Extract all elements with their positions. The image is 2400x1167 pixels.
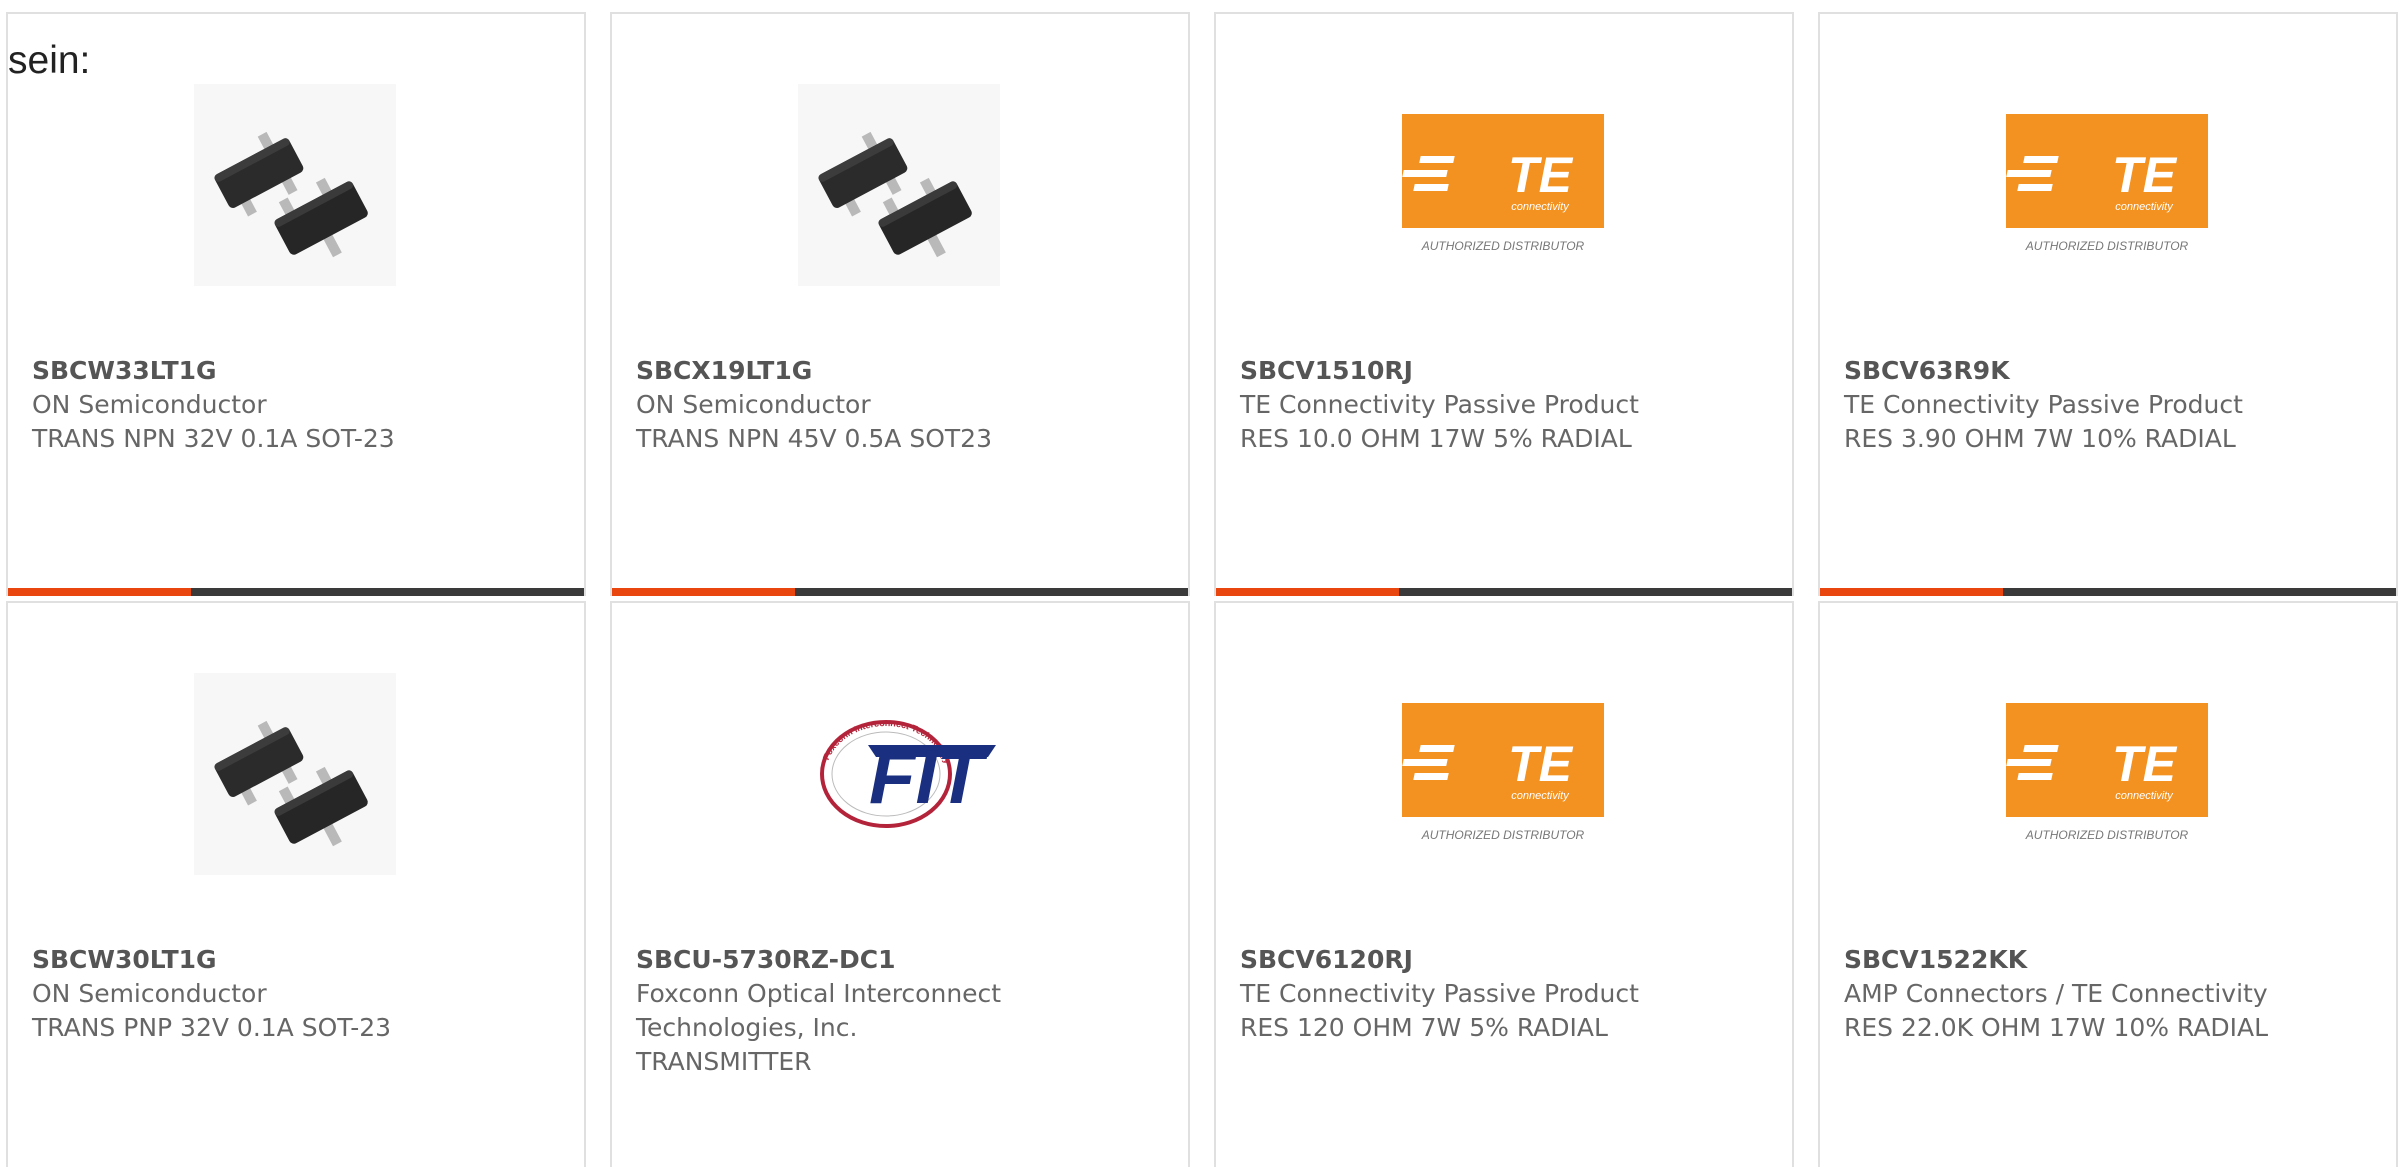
card-bottom-bar — [8, 588, 584, 596]
product-description: TRANS NPN 45V 0.5A SOT23 — [636, 424, 992, 453]
manufacturer-name: TE Connectivity Passive Product — [1240, 979, 1639, 1008]
te-logo-subtext: connectivity — [1511, 201, 1570, 213]
manufacturer-name: AMP Connectors / TE Connectivity — [1844, 979, 2268, 1008]
card-bottom-bar — [1820, 588, 2396, 596]
card-bar-accent — [8, 588, 191, 596]
product-info: SBCV1510RJ TE Connectivity Passive Produc… — [1240, 354, 1670, 456]
manufacturer-name: ON Semiconductor — [32, 979, 267, 1008]
product-card[interactable]: TE connectivity AUTHORIZED DISTRIBUTOR SBCV… — [1214, 601, 1794, 1167]
te-logo-caption: AUTHORIZED DISTRIBUTOR — [2025, 828, 2189, 842]
intro-text: sein: — [8, 39, 91, 82]
card-bar-accent — [1820, 588, 2003, 596]
card-bar-accent — [612, 588, 795, 596]
product-info: SBCV63R9K TE Connectivity Passive Product… — [1844, 354, 2274, 456]
manufacturer-name: ON Semiconductor — [636, 390, 871, 419]
product-card[interactable]: Foxconn Interconnect TechnologyFIT SBCU-5… — [610, 601, 1190, 1167]
te-connectivity-logo[interactable]: TE connectivity AUTHORIZED DISTRIBUTOR — [2006, 84, 2208, 286]
manufacturer-name: TE Connectivity Passive Product — [1240, 390, 1639, 419]
product-info: SBCW30LT1G ON Semiconductor TRANS PNP 32V … — [32, 943, 462, 1045]
product-card[interactable]: TE connectivity AUTHORIZED DISTRIBUTOR SBCV… — [1818, 12, 2398, 596]
manufacturer-name: Foxconn Optical Interconnect Technologie… — [636, 979, 1002, 1042]
te-logo-caption: AUTHORIZED DISTRIBUTOR — [1421, 828, 1585, 842]
product-description: TRANSMITTER — [636, 1047, 812, 1076]
product-description: RES 10.0 OHM 17W 5% RADIAL — [1240, 424, 1632, 453]
product-description: TRANS NPN 32V 0.1A SOT-23 — [32, 424, 395, 453]
product-description: RES 120 OHM 7W 5% RADIAL — [1240, 1013, 1608, 1042]
te-connectivity-logo[interactable]: TE connectivity AUTHORIZED DISTRIBUTOR — [1402, 84, 1604, 286]
product-card[interactable]: TE connectivity AUTHORIZED DISTRIBUTOR SBCV… — [1818, 601, 2398, 1167]
part-number[interactable]: SBCV6120RJ — [1240, 943, 1670, 977]
te-logo-subtext: connectivity — [2115, 790, 2174, 802]
part-number[interactable]: SBCW30LT1G — [32, 943, 462, 977]
product-card[interactable]: SBCW33LT1G ON Semiconductor TRANS NPN 32V … — [6, 12, 586, 596]
te-logo-caption: AUTHORIZED DISTRIBUTOR — [1421, 239, 1585, 253]
te-logo-subtext: connectivity — [1511, 790, 1570, 802]
te-logo-text: TE — [2112, 147, 2178, 203]
te-logo-text: TE — [2112, 736, 2178, 792]
te-logo-caption: AUTHORIZED DISTRIBUTOR — [2025, 239, 2189, 253]
product-info: SBCU-5730RZ-DC1 Foxconn Optical Interconn… — [636, 943, 1066, 1079]
sot23-transistor-icon[interactable] — [194, 673, 396, 875]
product-description: RES 3.90 OHM 7W 10% RADIAL — [1844, 424, 2236, 453]
product-card[interactable]: SBCX19LT1G ON Semiconductor TRANS NPN 45V … — [610, 12, 1190, 596]
card-bar-rest — [795, 588, 1188, 596]
fit-logo-text: FIT — [869, 735, 989, 820]
part-number[interactable]: SBCV63R9K — [1844, 354, 2274, 388]
card-bottom-bar — [612, 588, 1188, 596]
part-number[interactable]: SBCV1510RJ — [1240, 354, 1670, 388]
product-info: SBCX19LT1G ON Semiconductor TRANS NPN 45V … — [636, 354, 1066, 456]
product-grid-page: sein: SBCW33LT1G ON Semiconductor TRANS NP… — [0, 0, 2400, 1167]
part-number[interactable]: SBCV1522KK — [1844, 943, 2274, 977]
product-info: SBCV1522KK AMP Connectors / TE Connectivi… — [1844, 943, 2274, 1045]
product-description: TRANS PNP 32V 0.1A SOT-23 — [32, 1013, 392, 1042]
te-logo-subtext: connectivity — [2115, 201, 2174, 213]
fit-logo[interactable]: Foxconn Interconnect TechnologyFIT — [798, 673, 1000, 875]
sot23-transistor-icon[interactable] — [194, 84, 396, 286]
te-connectivity-logo[interactable]: TE connectivity AUTHORIZED DISTRIBUTOR — [1402, 673, 1604, 875]
part-number[interactable]: SBCW33LT1G — [32, 354, 462, 388]
product-card[interactable]: TE connectivity AUTHORIZED DISTRIBUTOR SBCV… — [1214, 12, 1794, 596]
te-logo-text: TE — [1508, 736, 1574, 792]
card-bottom-bar — [1216, 588, 1792, 596]
manufacturer-name: TE Connectivity Passive Product — [1844, 390, 2243, 419]
product-info: SBCV6120RJ TE Connectivity Passive Produc… — [1240, 943, 1670, 1045]
part-number[interactable]: SBCU-5730RZ-DC1 — [636, 943, 1066, 977]
product-description: RES 22.0K OHM 17W 10% RADIAL — [1844, 1013, 2269, 1042]
te-logo-text: TE — [1508, 147, 1574, 203]
card-bar-accent — [1216, 588, 1399, 596]
card-bar-rest — [191, 588, 584, 596]
sot23-transistor-icon[interactable] — [798, 84, 1000, 286]
product-card[interactable]: SBCW30LT1G ON Semiconductor TRANS PNP 32V … — [6, 601, 586, 1167]
card-bar-rest — [1399, 588, 1792, 596]
card-bar-rest — [2003, 588, 2396, 596]
manufacturer-name: ON Semiconductor — [32, 390, 267, 419]
product-info: SBCW33LT1G ON Semiconductor TRANS NPN 32V … — [32, 354, 462, 456]
part-number[interactable]: SBCX19LT1G — [636, 354, 1066, 388]
te-connectivity-logo[interactable]: TE connectivity AUTHORIZED DISTRIBUTOR — [2006, 673, 2208, 875]
